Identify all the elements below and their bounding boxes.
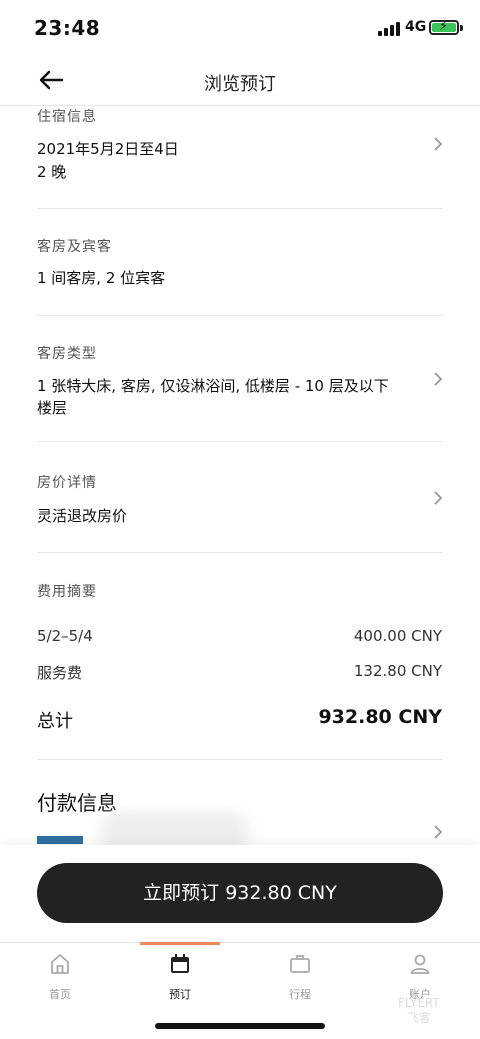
summary-row-dates-amount: 400.00 CNY [353,627,442,645]
status-time: 23:48 [34,16,101,40]
watermark-line1: FLYERT [398,996,440,1010]
chevron-right-icon [434,372,443,386]
rooms-guests-value: 1 间客房, 2 位宾客 [37,269,166,287]
tab-home-label: 首页 [49,988,71,1001]
battery-icon: ⚡ [429,19,459,35]
home-icon [51,954,69,974]
book-now-button[interactable]: 立即预订 932.80 CNY [37,863,443,923]
rate-section[interactable]: 房价详情 灵活退改房价 [0,442,480,552]
total-label: 总计 [37,711,73,732]
payment-title: 付款信息 [37,791,117,815]
chevron-right-icon [434,491,443,505]
tab-account[interactable]: 账户 [380,952,460,1002]
rate-value: 灵活退改房价 [37,507,128,525]
card-logo [37,836,83,844]
watermark: FLYERT 飞客 [398,996,440,1026]
tab-trips[interactable]: 行程 [260,952,340,1002]
room-type-line2: 楼层 [37,399,68,417]
tab-bookings[interactable]: 预订 [140,952,220,1002]
summary-row-dates: 5/2–5/4 [37,627,93,645]
home-indicator[interactable] [155,1023,325,1029]
chevron-right-icon [434,137,443,151]
stay-section[interactable]: 住宿信息 2021年5月2日至4日 2 晚 [0,106,480,208]
tab-trips-label: 行程 [289,988,311,1001]
divider [37,552,443,553]
stay-nights: 2 晚 [37,163,67,181]
user-icon [410,954,430,974]
rate-label: 房价详情 [37,475,97,491]
stay-label: 住宿信息 [37,109,97,125]
calendar-icon [171,954,189,973]
tab-home[interactable]: 首页 [20,952,100,1002]
rooms-guests-label: 客房及宾客 [37,239,112,255]
summary-row-service: 服务费 [37,664,83,682]
page-title: 浏览预订 [204,74,276,95]
signal-icon [378,22,400,36]
header: 浏览预订 [0,56,480,106]
briefcase-icon [290,955,310,973]
watermark-line2: 飞客 [406,1011,431,1025]
room-type-line1: 1 张特大床, 客房, 仅设淋浴间, 低楼层 - 10 层及以下 [37,377,389,395]
chevron-right-icon[interactable] [432,824,444,840]
stay-dates: 2021年5月2日至4日 [37,140,179,158]
divider [37,208,443,209]
total-amount: 932.80 CNY [318,706,442,728]
room-type-section[interactable]: 客房类型 1 张特大床, 客房, 仅设淋浴间, 低楼层 - 10 层及以下 楼层 [0,316,480,441]
network-type: 4G [405,19,427,35]
divider [37,759,443,760]
room-type-label: 客房类型 [37,346,97,362]
status-bar: 23:48 4G ⚡ [0,0,480,56]
battery-cap [460,25,463,31]
summary-label: 费用摘要 [37,584,97,600]
tab-bookings-label: 预订 [169,988,191,1001]
active-tab-indicator [140,942,220,945]
summary-row-service-amount: 132.80 CNY [353,662,442,680]
